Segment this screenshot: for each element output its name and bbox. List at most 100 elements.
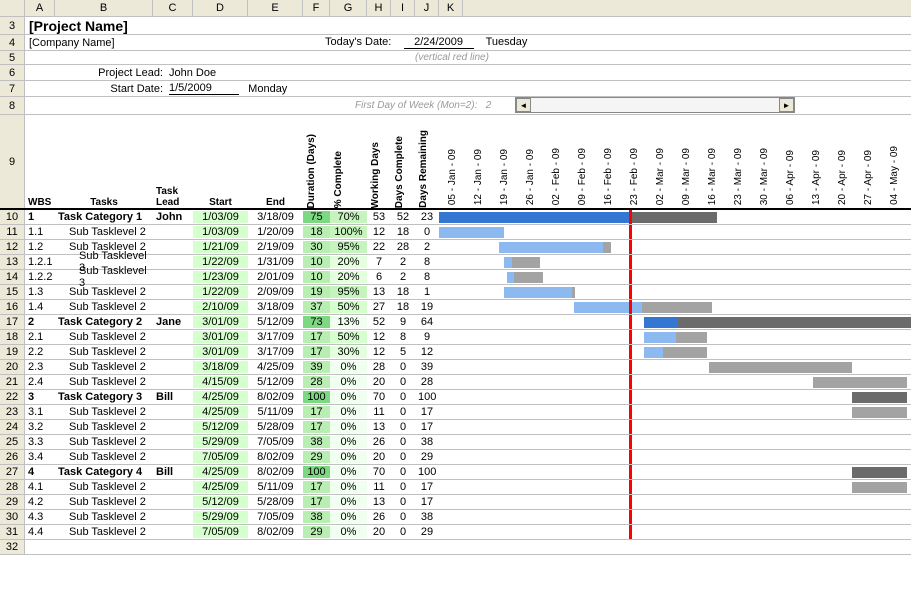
cell-pct[interactable]: 13% bbox=[330, 316, 367, 328]
scroll-right-icon[interactable]: ► bbox=[779, 98, 794, 112]
cell-working-days[interactable]: 20 bbox=[367, 376, 391, 388]
col-header-wbs[interactable]: WBS bbox=[25, 115, 55, 208]
cell-end[interactable]: 8/02/09 bbox=[248, 526, 303, 538]
cell-duration[interactable]: 75 bbox=[303, 211, 330, 223]
cell-days-complete[interactable]: 9 bbox=[391, 316, 415, 328]
col-header-days-remaining[interactable]: Days Remaining bbox=[418, 130, 429, 208]
cell-pct[interactable]: 30% bbox=[330, 346, 367, 358]
project-lead-value[interactable]: John Doe bbox=[169, 67, 216, 79]
table-row[interactable]: 101Task Category 1John1/03/093/18/097570… bbox=[0, 210, 911, 225]
cell-pct[interactable]: 0% bbox=[330, 511, 367, 523]
cell-start[interactable]: 1/22/09 bbox=[193, 256, 248, 268]
table-row[interactable]: 274Task Category 4Bill4/25/098/02/091000… bbox=[0, 465, 911, 480]
col-header-start[interactable]: Start bbox=[193, 115, 248, 208]
column-letter[interactable]: A bbox=[25, 0, 55, 16]
cell-duration[interactable]: 17 bbox=[303, 406, 330, 418]
cell-start[interactable]: 2/10/09 bbox=[193, 301, 248, 313]
cell-start[interactable]: 4/25/09 bbox=[193, 391, 248, 403]
cell-task[interactable]: Task Category 3 bbox=[55, 391, 153, 403]
cell-wbs[interactable]: 1.2.2 bbox=[25, 271, 55, 283]
cell-working-days[interactable]: 20 bbox=[367, 451, 391, 463]
cell-duration[interactable]: 18 bbox=[303, 226, 330, 238]
cell-duration[interactable]: 100 bbox=[303, 391, 330, 403]
todays-date[interactable]: 2/24/2009 bbox=[404, 36, 474, 49]
cell-working-days[interactable]: 52 bbox=[367, 316, 391, 328]
cell-pct[interactable]: 0% bbox=[330, 481, 367, 493]
cell-days-complete[interactable]: 5 bbox=[391, 346, 415, 358]
cell-start[interactable]: 1/23/09 bbox=[193, 271, 248, 283]
cell-days-remaining[interactable]: 17 bbox=[415, 421, 439, 433]
cell-task[interactable]: Sub Tasklevel 2 bbox=[55, 421, 153, 433]
cell-wbs[interactable]: 1.1 bbox=[25, 226, 55, 238]
cell-days-complete[interactable]: 18 bbox=[391, 286, 415, 298]
cell-days-remaining[interactable]: 39 bbox=[415, 361, 439, 373]
cell-working-days[interactable]: 12 bbox=[367, 226, 391, 238]
cell-end[interactable]: 5/28/09 bbox=[248, 421, 303, 433]
cell-end[interactable]: 5/11/09 bbox=[248, 406, 303, 418]
cell-task[interactable]: Task Category 2 bbox=[55, 316, 153, 328]
cell-wbs[interactable]: 3.3 bbox=[25, 436, 55, 448]
table-row[interactable]: 314.4Sub Tasklevel 27/05/098/02/09290%20… bbox=[0, 525, 911, 540]
timeline-scrollbar[interactable]: ◄ ► bbox=[515, 97, 795, 113]
cell-days-remaining[interactable]: 100 bbox=[415, 391, 439, 403]
cell-wbs[interactable]: 1.2 bbox=[25, 241, 55, 253]
cell-days-complete[interactable]: 52 bbox=[391, 211, 415, 223]
cell-pct[interactable]: 70% bbox=[330, 211, 367, 223]
cell-start[interactable]: 1/03/09 bbox=[193, 226, 248, 238]
row-number[interactable]: 27 bbox=[0, 465, 25, 479]
cell-pct[interactable]: 20% bbox=[330, 271, 367, 283]
row-number[interactable]: 5 bbox=[0, 51, 25, 64]
cell-working-days[interactable]: 12 bbox=[367, 346, 391, 358]
cell-working-days[interactable]: 28 bbox=[367, 361, 391, 373]
cell-start[interactable]: 5/29/09 bbox=[193, 436, 248, 448]
cell-wbs[interactable]: 2.3 bbox=[25, 361, 55, 373]
row-number[interactable]: 26 bbox=[0, 450, 25, 464]
row-number[interactable]: 22 bbox=[0, 390, 25, 404]
cell-duration[interactable]: 17 bbox=[303, 346, 330, 358]
cell-days-remaining[interactable]: 38 bbox=[415, 511, 439, 523]
cell-task[interactable]: Sub Tasklevel 2 bbox=[55, 511, 153, 523]
cell-pct[interactable]: 0% bbox=[330, 496, 367, 508]
cell-wbs[interactable]: 4.1 bbox=[25, 481, 55, 493]
cell-working-days[interactable]: 22 bbox=[367, 241, 391, 253]
table-row[interactable]: 141.2.2Sub Tasklevel 31/23/092/01/091020… bbox=[0, 270, 911, 285]
cell-days-remaining[interactable]: 8 bbox=[415, 271, 439, 283]
cell-days-remaining[interactable]: 100 bbox=[415, 466, 439, 478]
first-day-value[interactable]: 2 bbox=[486, 100, 492, 111]
row-number[interactable]: 4 bbox=[0, 35, 25, 50]
cell-days-complete[interactable]: 28 bbox=[391, 241, 415, 253]
cell-end[interactable]: 5/12/09 bbox=[248, 376, 303, 388]
cell-start[interactable]: 4/25/09 bbox=[193, 466, 248, 478]
cell-days-complete[interactable]: 0 bbox=[391, 361, 415, 373]
cell-days-remaining[interactable]: 9 bbox=[415, 331, 439, 343]
cell-task[interactable]: Sub Tasklevel 2 bbox=[55, 496, 153, 508]
cell-end[interactable]: 3/18/09 bbox=[248, 301, 303, 313]
row-number[interactable]: 28 bbox=[0, 480, 25, 494]
column-letter[interactable]: J bbox=[415, 0, 439, 16]
cell-working-days[interactable]: 12 bbox=[367, 331, 391, 343]
table-row[interactable]: 253.3Sub Tasklevel 25/29/097/05/09380%26… bbox=[0, 435, 911, 450]
table-row[interactable]: 202.3Sub Tasklevel 23/18/094/25/09390%28… bbox=[0, 360, 911, 375]
cell-days-remaining[interactable]: 29 bbox=[415, 526, 439, 538]
col-header-duration[interactable]: Duration (Days) bbox=[306, 134, 317, 208]
cell-lead[interactable]: Jane bbox=[153, 316, 193, 328]
cell-days-complete[interactable]: 0 bbox=[391, 511, 415, 523]
cell-days-complete[interactable]: 0 bbox=[391, 436, 415, 448]
row-number[interactable]: 24 bbox=[0, 420, 25, 434]
cell-task[interactable]: Sub Tasklevel 2 bbox=[55, 346, 153, 358]
table-row[interactable]: 223Task Category 3Bill4/25/098/02/091000… bbox=[0, 390, 911, 405]
cell-start[interactable]: 4/15/09 bbox=[193, 376, 248, 388]
cell-pct[interactable]: 0% bbox=[330, 361, 367, 373]
cell-working-days[interactable]: 27 bbox=[367, 301, 391, 313]
scroll-left-icon[interactable]: ◄ bbox=[516, 98, 531, 112]
cell-days-remaining[interactable]: 64 bbox=[415, 316, 439, 328]
table-row[interactable]: 111.1Sub Tasklevel 21/03/091/20/0918100%… bbox=[0, 225, 911, 240]
cell-wbs[interactable]: 2.2 bbox=[25, 346, 55, 358]
row-number[interactable]: 20 bbox=[0, 360, 25, 374]
cell-lead[interactable]: John bbox=[153, 211, 193, 223]
scroll-track[interactable] bbox=[531, 98, 779, 112]
cell-days-remaining[interactable]: 17 bbox=[415, 406, 439, 418]
row-number[interactable]: 19 bbox=[0, 345, 25, 359]
cell-end[interactable]: 3/18/09 bbox=[248, 211, 303, 223]
cell-start[interactable]: 5/12/09 bbox=[193, 496, 248, 508]
